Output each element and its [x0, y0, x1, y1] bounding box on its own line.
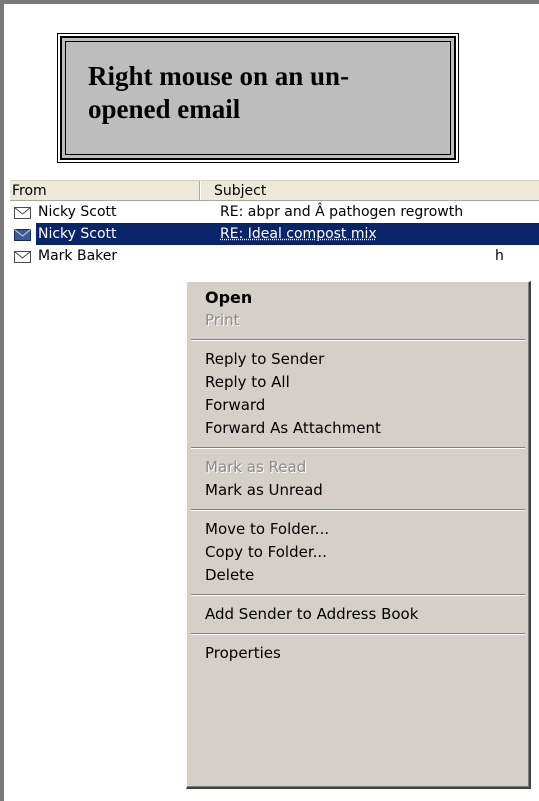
- column-header-subject[interactable]: Subject: [214, 182, 266, 200]
- closed-envelope-icon: [14, 229, 31, 241]
- closed-envelope-icon: [14, 207, 31, 219]
- email-subject: RE: abpr and Â pathogen regrowth: [220, 204, 464, 220]
- column-header-from[interactable]: From: [12, 182, 47, 200]
- menu-separator: [191, 594, 525, 596]
- menu-separator: [191, 509, 525, 511]
- menu-item-copy-to-folder[interactable]: Copy to Folder...: [187, 541, 529, 564]
- menu-item-mark-as-unread[interactable]: Mark as Unread: [187, 479, 529, 502]
- menu-separator: [191, 339, 525, 341]
- email-from: Nicky Scott: [38, 226, 117, 242]
- column-divider[interactable]: [199, 181, 201, 200]
- menu-item-reply-to-all[interactable]: Reply to All: [187, 371, 529, 394]
- callout-text: Right mouse on an un-opened email: [88, 61, 350, 124]
- email-row[interactable]: Mark Baker h: [10, 245, 539, 267]
- menu-separator: [191, 447, 525, 449]
- menu-item-properties[interactable]: Properties: [187, 642, 529, 665]
- callout-box: Right mouse on an un-opened email: [57, 33, 459, 163]
- menu-item-reply-to-sender[interactable]: Reply to Sender: [187, 348, 529, 371]
- email-from: Nicky Scott: [38, 204, 117, 220]
- email-subject: h: [495, 248, 504, 264]
- menu-item-mark-as-read: Mark as Read: [205, 458, 307, 476]
- menu-item-add-sender-to-address-book[interactable]: Add Sender to Address Book: [187, 603, 529, 626]
- menu-item-forward-as-attachment[interactable]: Forward As Attachment: [187, 417, 529, 440]
- context-menu: Open Print Reply to Sender Reply to All …: [186, 281, 531, 789]
- email-from: Mark Baker: [38, 248, 118, 264]
- menu-separator: [191, 633, 525, 635]
- email-list: From Subject Nicky Scott RE: abpr and Â …: [10, 180, 539, 267]
- email-subject: RE: Ideal compost mix: [220, 226, 377, 242]
- menu-item-print: Print: [205, 311, 240, 329]
- email-row-selected[interactable]: Nicky Scott RE: Ideal compost mix: [10, 223, 539, 245]
- menu-item-delete[interactable]: Delete: [187, 564, 529, 587]
- list-header: From Subject: [10, 180, 539, 201]
- closed-envelope-icon: [14, 251, 31, 263]
- email-row[interactable]: Nicky Scott RE: abpr and Â pathogen regr…: [10, 201, 539, 223]
- menu-item-move-to-folder[interactable]: Move to Folder...: [187, 518, 529, 541]
- menu-item-forward[interactable]: Forward: [187, 394, 529, 417]
- menu-item-open[interactable]: Open: [187, 286, 529, 309]
